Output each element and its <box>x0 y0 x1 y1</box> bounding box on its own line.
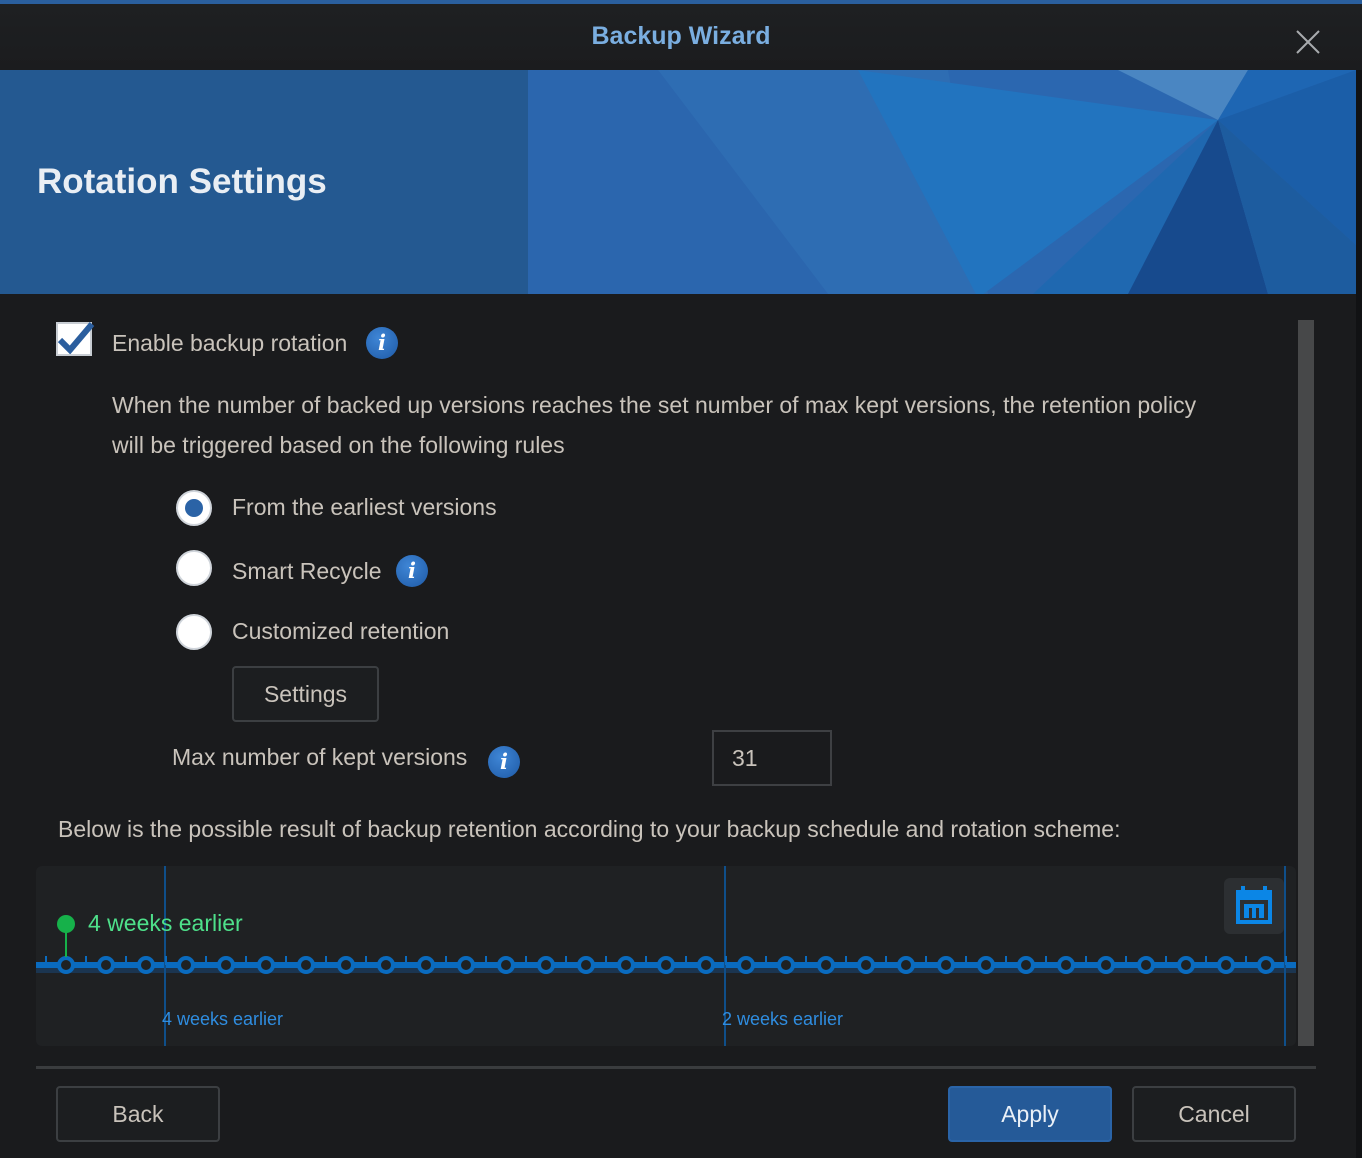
info-icon[interactable]: i <box>396 555 428 587</box>
footer-divider <box>36 1066 1316 1069</box>
checkmark-icon <box>57 322 95 354</box>
radio-customized-retention[interactable] <box>176 614 212 650</box>
cancel-button[interactable]: Cancel <box>1132 1086 1296 1142</box>
apply-button[interactable]: Apply <box>948 1086 1112 1142</box>
calendar-icon[interactable] <box>1224 878 1284 934</box>
enable-rotation-label: Enable backup rotation <box>112 330 348 356</box>
version-point <box>1097 956 1115 974</box>
version-point <box>1257 956 1275 974</box>
window-title: Backup Wizard <box>591 22 771 50</box>
version-point <box>977 956 995 974</box>
radio-earliest-versions[interactable] <box>176 490 212 526</box>
version-point <box>217 956 235 974</box>
rotation-description-line2: will be triggered based on the following… <box>112 432 565 458</box>
version-point <box>137 956 155 974</box>
max-versions-label: Max number of kept versions <box>172 744 468 770</box>
version-point <box>497 956 515 974</box>
info-icon[interactable]: i <box>366 327 398 359</box>
version-point <box>97 956 115 974</box>
version-point <box>457 956 475 974</box>
radio-smart-recycle-label: Smart Recycle <box>232 558 382 584</box>
version-point <box>297 956 315 974</box>
banner-background-art <box>528 70 1356 294</box>
version-point <box>377 956 395 974</box>
version-point <box>57 956 75 974</box>
radio-customized-retention-label: Customized retention <box>232 618 450 644</box>
version-point <box>777 956 795 974</box>
settings-button[interactable]: Settings <box>232 666 379 722</box>
marker-label: 4 weeks earlier <box>88 910 243 936</box>
version-point <box>937 956 955 974</box>
radio-earliest-versions-label: From the earliest versions <box>232 494 497 520</box>
version-point <box>1217 956 1235 974</box>
version-point <box>417 956 435 974</box>
version-point <box>577 956 595 974</box>
version-point <box>657 956 675 974</box>
retention-timeline: 4 weeks earlier 2 weeks earlier 4 weeks ea… <box>36 866 1296 1046</box>
radio-smart-recycle[interactable] <box>176 550 212 586</box>
version-point <box>1177 956 1195 974</box>
marker-dot <box>57 915 75 933</box>
version-point <box>337 956 355 974</box>
header-banner: Rotation Settings <box>0 70 1356 294</box>
version-point <box>177 956 195 974</box>
calendar-glyph <box>1236 886 1272 924</box>
window-edge <box>1356 70 1362 1158</box>
version-point <box>817 956 835 974</box>
timeline-graphic: 4 weeks earlier 2 weeks earlier 4 weeks ea… <box>36 866 1296 1046</box>
close-icon[interactable] <box>1294 28 1322 56</box>
version-point <box>1017 956 1035 974</box>
timeline-axis-label: 4 weeks earlier <box>162 1009 283 1029</box>
version-point <box>697 956 715 974</box>
radio-selected-dot <box>185 499 203 517</box>
version-point <box>857 956 875 974</box>
scrollbar[interactable] <box>1298 320 1314 1046</box>
version-point <box>897 956 915 974</box>
version-point <box>537 956 555 974</box>
info-icon[interactable]: i <box>488 746 520 778</box>
version-point <box>617 956 635 974</box>
max-versions-input[interactable]: 31 <box>712 730 832 786</box>
title-bar: Backup Wizard <box>0 4 1362 70</box>
rotation-description-line1: When the number of backed up versions re… <box>112 392 1197 418</box>
enable-rotation-checkbox[interactable] <box>56 322 95 356</box>
version-point <box>257 956 275 974</box>
timeline-intro: Below is the possible result of backup r… <box>58 816 1121 842</box>
version-point <box>737 956 755 974</box>
page-title: Rotation Settings <box>37 162 327 201</box>
back-button[interactable]: Back <box>56 1086 220 1142</box>
version-point <box>1057 956 1075 974</box>
timeline-axis-label: 2 weeks earlier <box>722 1009 843 1029</box>
version-point <box>1137 956 1155 974</box>
